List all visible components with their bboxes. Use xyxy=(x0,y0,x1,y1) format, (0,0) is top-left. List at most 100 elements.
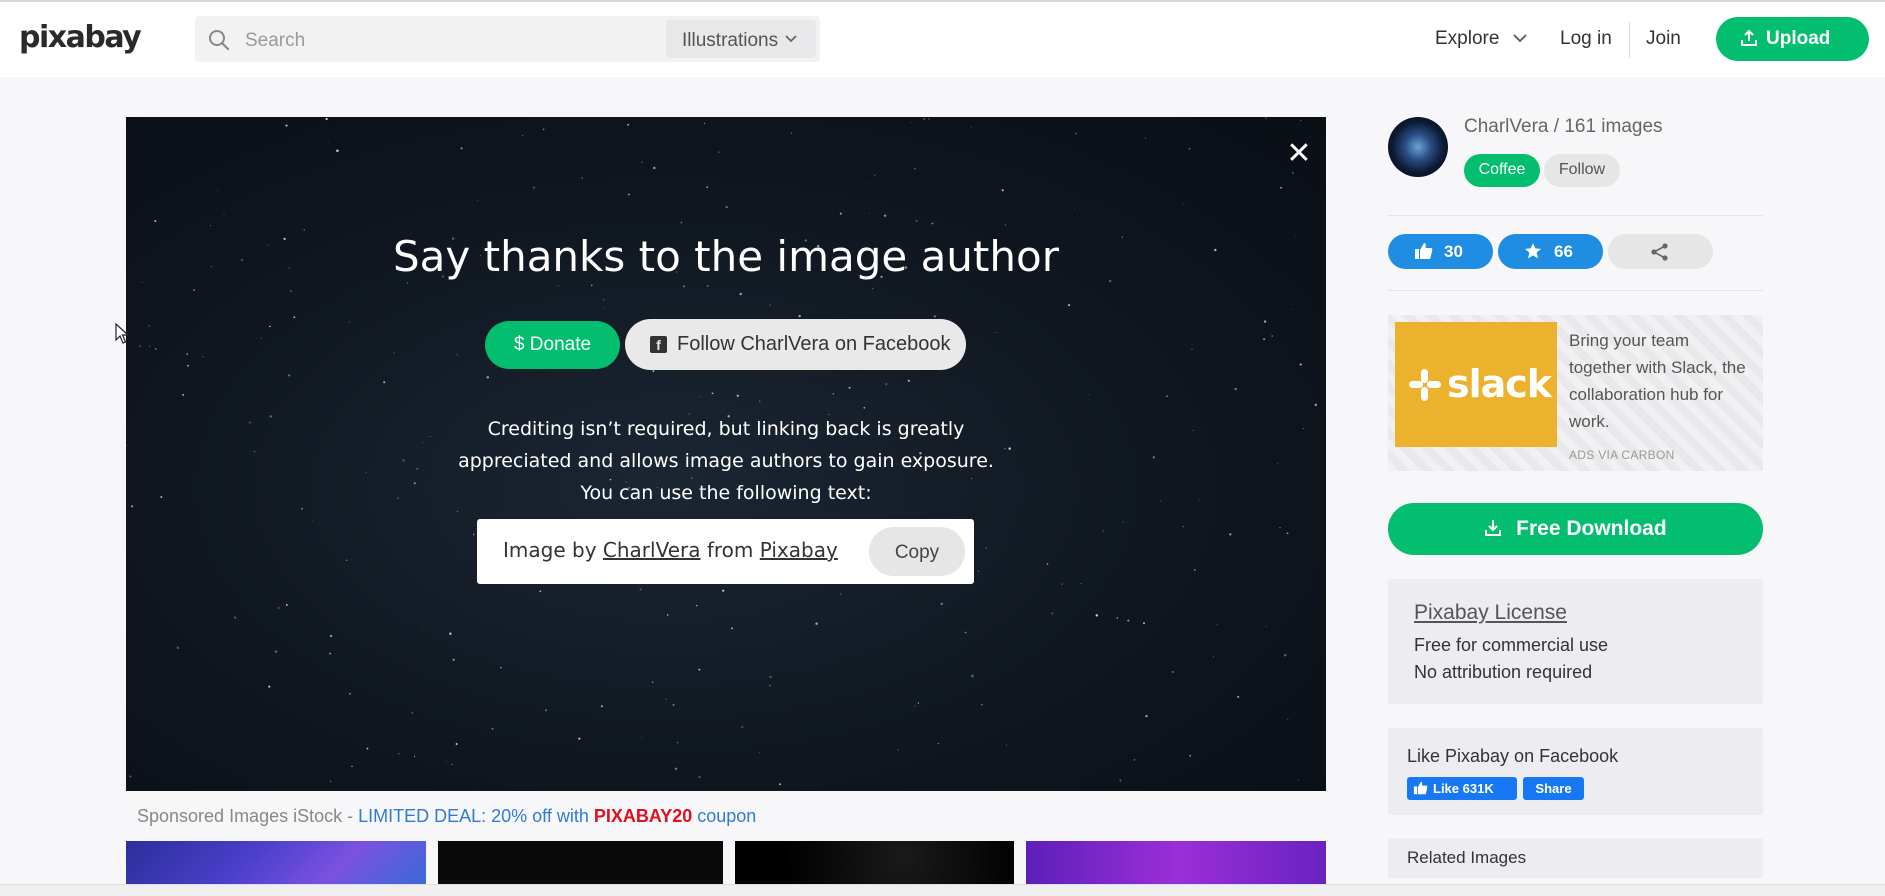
join-link[interactable]: Join xyxy=(1646,28,1681,50)
upload-button[interactable]: Upload xyxy=(1716,17,1869,61)
star xyxy=(1279,526,1281,529)
sponsored-thumbnail[interactable] xyxy=(438,841,723,885)
horizontal-scrollbar[interactable] xyxy=(0,884,1885,896)
facebook-like-button[interactable]: Like 631K xyxy=(1407,777,1517,800)
star xyxy=(674,767,678,770)
share-button[interactable] xyxy=(1608,234,1713,269)
star xyxy=(268,685,271,688)
login-link[interactable]: Log in xyxy=(1560,28,1612,50)
star xyxy=(393,352,395,354)
star xyxy=(397,497,399,500)
star xyxy=(421,625,423,627)
copy-button[interactable]: Copy xyxy=(869,527,965,576)
ad-logo: slack xyxy=(1447,362,1552,406)
star xyxy=(176,646,180,649)
star xyxy=(451,763,454,766)
star xyxy=(940,602,943,606)
close-icon[interactable]: ✕ xyxy=(1284,139,1314,169)
follow-button[interactable]: Follow xyxy=(1544,154,1620,187)
author-name[interactable]: CharlVera / 161 images xyxy=(1464,116,1663,138)
star xyxy=(187,364,189,367)
star xyxy=(277,606,280,610)
star xyxy=(288,374,291,377)
star xyxy=(917,702,920,704)
like-button[interactable]: 30 xyxy=(1388,234,1493,269)
star xyxy=(1234,387,1237,391)
nav-explore[interactable]: Explore xyxy=(1435,28,1527,50)
star xyxy=(543,128,545,130)
star xyxy=(1263,320,1267,323)
star xyxy=(398,753,400,755)
search-input[interactable]: Search xyxy=(245,30,305,52)
coffee-button[interactable]: Coffee xyxy=(1464,154,1540,187)
like-count: 30 xyxy=(1444,242,1463,261)
download-label: Free Download xyxy=(1516,517,1667,540)
star xyxy=(269,415,273,418)
star xyxy=(627,193,630,196)
download-button[interactable]: Free Download xyxy=(1388,503,1763,555)
star xyxy=(665,698,667,701)
star xyxy=(472,533,475,536)
star xyxy=(413,482,416,485)
search-icon[interactable] xyxy=(207,28,231,52)
star xyxy=(131,505,134,508)
pixabay-logo[interactable]: pixabay xyxy=(19,20,142,55)
attribution-author-link[interactable]: CharlVera xyxy=(603,538,701,562)
search-bar[interactable]: Search Illustrations xyxy=(195,16,820,62)
star xyxy=(1237,695,1240,698)
star xyxy=(1189,755,1191,757)
star xyxy=(351,765,353,768)
nav-explore-label: Explore xyxy=(1435,28,1500,49)
sponsored-deal-link[interactable]: LIMITED DEAL: 20% off with xyxy=(358,806,594,826)
sponsored-thumbnail[interactable] xyxy=(735,841,1014,885)
star xyxy=(349,321,351,323)
facebook-follow-button[interactable]: f Follow CharlVera on Facebook xyxy=(625,319,966,370)
star xyxy=(698,775,701,779)
star xyxy=(971,674,974,678)
search-scope-dropdown[interactable]: Illustrations xyxy=(666,20,816,58)
star xyxy=(1314,403,1318,407)
star xyxy=(759,400,761,402)
star xyxy=(1068,304,1070,307)
star xyxy=(336,149,339,152)
star xyxy=(285,124,288,127)
star xyxy=(1299,363,1302,366)
star xyxy=(1122,521,1124,523)
star xyxy=(915,219,918,222)
star xyxy=(885,383,888,386)
star xyxy=(641,161,643,163)
license-line: No attribution required xyxy=(1414,662,1593,682)
ad-text[interactable]: Bring your team together with Slack, the… xyxy=(1569,327,1754,435)
sponsored-ad[interactable]: slack Bring your team together with Slac… xyxy=(1388,315,1763,471)
sponsored-thumbnail[interactable] xyxy=(126,841,426,885)
license-link[interactable]: Pixabay License xyxy=(1414,601,1567,625)
donate-button[interactable]: $ Donate xyxy=(485,321,620,369)
star xyxy=(148,324,151,327)
avatar[interactable] xyxy=(1388,117,1448,177)
favorite-button[interactable]: 66 xyxy=(1498,234,1603,269)
star xyxy=(486,376,490,379)
related-images-header: Related Images xyxy=(1388,838,1763,878)
star xyxy=(330,634,333,638)
thumbs-up-icon xyxy=(1415,243,1433,259)
star xyxy=(445,761,447,763)
star xyxy=(1198,499,1200,501)
star xyxy=(411,712,414,714)
star xyxy=(522,135,524,136)
star xyxy=(731,627,734,630)
sponsored-coupon-link[interactable]: coupon xyxy=(692,806,756,826)
star xyxy=(1271,335,1273,337)
facebook-share-button[interactable]: Share xyxy=(1523,777,1584,800)
upload-icon xyxy=(1741,29,1757,46)
attribution-site-link[interactable]: Pixabay xyxy=(760,538,838,562)
coupon-code[interactable]: PIXABAY20 xyxy=(594,806,692,826)
ad-via-label[interactable]: ADS VIA CARBON xyxy=(1569,448,1675,462)
star xyxy=(600,705,603,708)
attribution-text[interactable]: Image by CharlVera from Pixabay xyxy=(503,538,838,562)
ad-image[interactable]: slack xyxy=(1395,322,1557,447)
star xyxy=(1080,583,1082,585)
star xyxy=(711,392,714,395)
sponsored-thumbnail[interactable] xyxy=(1026,841,1326,885)
star xyxy=(216,190,219,192)
star xyxy=(1291,171,1295,175)
